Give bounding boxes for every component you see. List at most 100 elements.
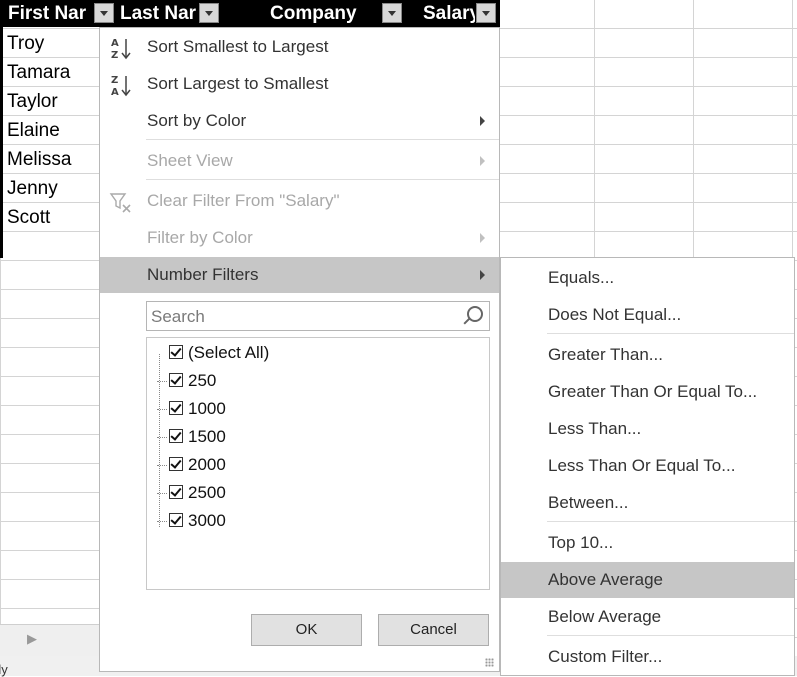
menu-item-number-filters[interactable]: Number Filters	[100, 257, 499, 293]
checkbox-icon[interactable]	[169, 345, 183, 359]
menu-separator	[547, 635, 794, 636]
resize-grip-icon[interactable]	[485, 658, 494, 667]
tree-connector	[157, 521, 167, 522]
submenu-item-greater-than[interactable]: Greater Than...	[501, 337, 794, 373]
svg-text:A: A	[111, 38, 119, 49]
number-filters-submenu: Equals... Does Not Equal... Greater Than…	[500, 257, 795, 676]
submenu-item-top-10[interactable]: Top 10...	[501, 525, 794, 561]
submenu-item-greater-than-or-equal[interactable]: Greater Than Or Equal To...	[501, 374, 794, 410]
cell-first-name[interactable]: Elaine	[7, 116, 60, 145]
header-row: First Nar Last Nar Company Salary	[0, 0, 500, 27]
sort-descending-label: Sort Largest to Smallest	[147, 74, 329, 93]
list-item-label: 2000	[188, 455, 226, 474]
sheet-view-label: Sheet View	[147, 151, 233, 170]
filter-dropdown-first-name[interactable]	[94, 3, 114, 23]
submenu-arrow-icon	[480, 116, 485, 126]
cell-first-name[interactable]: Taylor	[7, 87, 58, 116]
menu-separator	[547, 333, 794, 334]
submenu-item-custom-filter[interactable]: Custom Filter...	[501, 639, 794, 675]
checkbox-icon[interactable]	[169, 373, 183, 387]
between-label: Between...	[548, 493, 629, 512]
submenu-item-below-average[interactable]: Below Average	[501, 599, 794, 635]
svg-text:Z: Z	[111, 50, 118, 61]
search-box[interactable]	[146, 301, 490, 332]
list-item-label: 1000	[188, 399, 226, 418]
less-than-label: Less Than...	[548, 419, 642, 438]
ok-button[interactable]: OK	[251, 614, 362, 646]
list-item-label: 2500	[188, 483, 226, 502]
header-company[interactable]: Company	[270, 0, 380, 27]
list-item-label: 250	[188, 371, 217, 390]
menu-item-sort-ascending[interactable]: A Z Sort Smallest to Largest	[100, 29, 499, 65]
submenu-item-less-than[interactable]: Less Than...	[501, 411, 794, 447]
clear-filter-label: Clear Filter From "Salary"	[147, 191, 340, 210]
custom-filter-label: Custom Filter...	[548, 647, 663, 666]
checkbox-icon[interactable]	[169, 457, 183, 471]
filter-dropdown-salary[interactable]	[476, 3, 496, 23]
sheet-nav-right-icon[interactable]: ▶	[27, 631, 37, 647]
tree-connector	[159, 354, 160, 527]
status-text: dy	[0, 662, 8, 677]
filter-dropdown-last-name[interactable]	[199, 3, 219, 23]
filter-by-color-label: Filter by Color	[147, 228, 253, 247]
does-not-equal-label: Does Not Equal...	[548, 305, 682, 324]
above-average-label: Above Average	[548, 570, 663, 589]
cell-first-name[interactable]: Melissa	[7, 145, 71, 174]
filter-dropdown-company[interactable]	[382, 3, 402, 23]
submenu-arrow-icon	[480, 156, 485, 166]
sort-ascending-label: Sort Smallest to Largest	[147, 37, 329, 56]
tree-connector	[157, 381, 167, 382]
submenu-arrow-icon	[480, 233, 485, 243]
submenu-item-does-not-equal[interactable]: Does Not Equal...	[501, 297, 794, 333]
submenu-item-equals[interactable]: Equals...	[501, 260, 794, 296]
sheet-tab-bar: ▶	[0, 624, 100, 657]
tree-connector	[157, 465, 167, 466]
list-item-label: 3000	[188, 511, 226, 530]
menu-item-filter-by-color: Filter by Color	[100, 220, 499, 256]
header-salary[interactable]: Salary	[423, 0, 475, 27]
cell-first-name[interactable]: Tamara	[7, 58, 70, 87]
submenu-item-above-average[interactable]: Above Average	[501, 562, 794, 598]
tree-connector	[157, 437, 167, 438]
number-filters-label: Number Filters	[147, 265, 259, 284]
search-input[interactable]	[147, 302, 463, 332]
below-average-label: Below Average	[548, 607, 662, 626]
cancel-button[interactable]: Cancel	[378, 614, 489, 646]
menu-item-sort-by-color[interactable]: Sort by Color	[100, 103, 499, 139]
menu-separator	[146, 179, 499, 180]
tree-connector	[157, 493, 167, 494]
cell-first-name[interactable]: Troy	[7, 29, 44, 58]
menu-separator	[146, 139, 499, 140]
checkbox-icon[interactable]	[169, 401, 183, 415]
greater-than-label: Greater Than...	[548, 345, 663, 364]
submenu-arrow-icon	[480, 270, 485, 280]
top-10-label: Top 10...	[548, 533, 614, 552]
menu-separator	[547, 521, 794, 522]
checkbox-icon[interactable]	[169, 429, 183, 443]
sort-ascending-icon: A Z	[109, 36, 133, 61]
header-first-name[interactable]: First Nar	[8, 0, 96, 27]
checkbox-icon[interactable]	[169, 513, 183, 527]
list-item-label: 1500	[188, 427, 226, 446]
column-a-selection-border	[0, 0, 3, 258]
cell-first-name[interactable]: Scott	[7, 203, 50, 232]
menu-item-sheet-view: Sheet View	[100, 143, 499, 179]
equals-label: Equals...	[548, 268, 615, 287]
svg-text:Z: Z	[111, 75, 118, 86]
list-item-label: (Select All)	[188, 343, 270, 362]
submenu-item-less-than-or-equal[interactable]: Less Than Or Equal To...	[501, 448, 794, 484]
header-last-name[interactable]: Last Nar	[120, 0, 198, 27]
checkbox-icon[interactable]	[169, 485, 183, 499]
autofilter-menu: A Z Sort Smallest to Largest Z A Sort La…	[99, 27, 500, 672]
cell-first-name[interactable]: Jenny	[7, 174, 58, 203]
menu-item-sort-descending[interactable]: Z A Sort Largest to Smallest	[100, 66, 499, 102]
sort-descending-icon: Z A	[109, 73, 133, 98]
clear-filter-icon	[109, 190, 133, 214]
search-icon[interactable]	[467, 306, 483, 322]
filter-values-list[interactable]: (Select All) 250 1000 1500 2000 2500 300…	[146, 337, 490, 590]
less-than-or-equal-label: Less Than Or Equal To...	[548, 456, 736, 475]
greater-than-or-equal-label: Greater Than Or Equal To...	[548, 382, 758, 401]
submenu-item-between[interactable]: Between...	[501, 485, 794, 521]
menu-item-clear-filter: Clear Filter From "Salary"	[100, 183, 499, 219]
svg-text:A: A	[111, 87, 119, 98]
